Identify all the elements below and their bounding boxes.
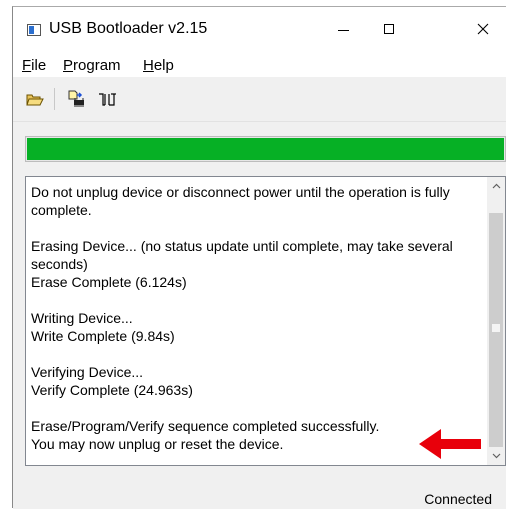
window-title: USB Bootloader v2.15: [49, 20, 208, 37]
progress-fill: [27, 138, 504, 160]
connection-status: Connected: [424, 491, 492, 507]
maximize-icon: [384, 24, 394, 34]
menu-file[interactable]: File: [22, 57, 46, 74]
scroll-down-button[interactable]: [487, 447, 505, 465]
scroll-up-button[interactable]: [487, 177, 505, 195]
toolbar: [13, 77, 506, 122]
open-file-button[interactable]: [23, 88, 47, 110]
log-line: Writing Device...: [31, 310, 133, 326]
menu-bar: File Program Help: [13, 51, 506, 77]
chevron-up-icon: [492, 183, 500, 189]
red-arrow-annotation-icon: [419, 429, 481, 459]
reset-device-icon: [99, 93, 116, 106]
menu-program-label: rogram: [73, 57, 121, 74]
menu-program[interactable]: Program: [63, 57, 121, 74]
log-line: Verifying Device...: [31, 364, 144, 380]
log-blank-line: [31, 399, 486, 417]
chevron-down-icon: [492, 453, 500, 459]
open-folder-icon: [26, 94, 44, 106]
menu-file-mnemonic: F: [22, 57, 32, 74]
log-line: Do not unplug device or disconnect power…: [31, 184, 450, 218]
log-scrollbar[interactable]: [487, 177, 505, 465]
status-log[interactable]: Do not unplug device or disconnect power…: [25, 176, 506, 466]
menu-file-label: ile: [31, 57, 47, 74]
reset-device-button[interactable]: [95, 88, 119, 110]
status-bar: Connected: [13, 489, 506, 509]
log-blank-line: [31, 345, 486, 363]
title-bar[interactable]: USB Bootloader v2.15: [13, 7, 506, 51]
toolbar-separator: [54, 88, 55, 110]
menu-program-mnemonic: P: [63, 57, 74, 74]
log-line: Write Complete (9.84s): [31, 328, 175, 344]
scroll-thumb-grip: [492, 324, 500, 332]
program-device-button[interactable]: [65, 88, 89, 110]
maximize-button[interactable]: [366, 7, 412, 51]
log-blank-line: [31, 291, 486, 309]
log-line: Verify Complete (24.963s): [31, 382, 193, 398]
minimize-button[interactable]: [320, 7, 366, 51]
log-line: Erase Complete (6.124s): [31, 274, 187, 290]
close-button[interactable]: [460, 7, 506, 51]
log-blank-line: [31, 219, 486, 237]
scroll-thumb[interactable]: [489, 213, 503, 447]
app-icon: [27, 24, 41, 36]
log-line: Erasing Device... (no status update unti…: [31, 238, 453, 272]
minimize-icon: [337, 29, 349, 31]
close-icon: [477, 23, 489, 35]
menu-help-mnemonic: H: [143, 57, 154, 74]
menu-help[interactable]: Help: [143, 57, 174, 74]
progress-bar: [25, 136, 506, 162]
menu-help-label: elp: [153, 57, 174, 74]
program-device-icon: [68, 90, 84, 107]
log-text: Do not unplug device or disconnect power…: [31, 183, 486, 453]
